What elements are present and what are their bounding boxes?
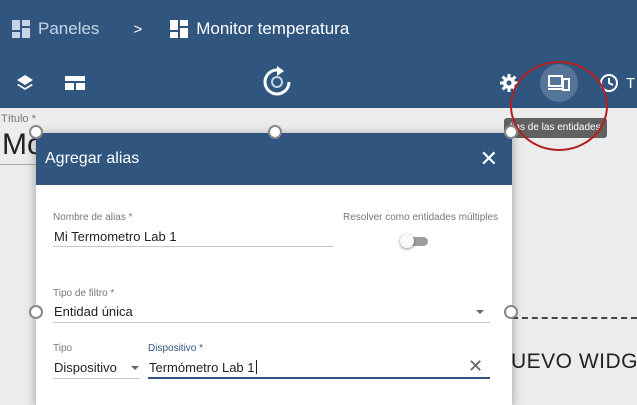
new-widget-label[interactable]: UEVO WIDGE — [511, 350, 637, 374]
multi-entities-label: Resolver como entidades múltiples — [343, 212, 499, 223]
dialog-header: Agregar alias ✕ — [36, 133, 512, 185]
type-select[interactable]: Dispositivo — [54, 360, 117, 375]
clear-icon[interactable]: ✕ — [468, 356, 483, 377]
timewindow-label: T — [626, 74, 636, 92]
dialog-title: Agregar alias — [45, 150, 140, 167]
text-cursor — [255, 360, 257, 374]
breadcrumb: Paneles > Monitor temperatura — [12, 14, 349, 44]
layers-icon — [17, 75, 33, 90]
toggle-knob — [400, 234, 414, 248]
breadcrumb-dashboards-label: Paneles — [38, 19, 100, 38]
device-input-text: Termómetro Lab 1 — [149, 360, 255, 375]
title-field-label: Título * — [1, 113, 36, 125]
close-icon[interactable]: ✕ — [480, 146, 498, 172]
dropdown-arrow-icon[interactable] — [476, 310, 484, 314]
layout-icon — [65, 76, 85, 90]
device-underline — [148, 377, 490, 379]
layout-button[interactable] — [64, 70, 86, 96]
type-underline — [53, 378, 140, 379]
resize-handle-top-center[interactable] — [268, 125, 282, 139]
refresh-icon — [263, 66, 291, 96]
resize-handle-mid-left[interactable] — [29, 305, 43, 319]
alias-name-underline — [53, 246, 333, 247]
breadcrumb-dashboards[interactable]: Paneles — [12, 19, 99, 39]
layers-button[interactable] — [14, 70, 36, 96]
alias-name-label: Nombre de alias * — [53, 212, 133, 223]
filter-type-label: Tipo de filtro * — [53, 288, 115, 299]
device-label: Dispositivo * — [148, 343, 204, 354]
type-label: Tipo — [53, 343, 73, 354]
device-input[interactable]: Termómetro Lab 1 — [149, 360, 257, 375]
resize-handle-mid-right[interactable] — [504, 305, 518, 319]
multi-entities-toggle[interactable] — [400, 234, 428, 248]
dropdown-arrow-icon[interactable] — [131, 366, 139, 370]
filter-type-select[interactable]: Entidad única — [54, 304, 133, 319]
highlight-circle — [510, 61, 608, 151]
title-field-underline — [0, 164, 36, 165]
resize-handle-top-left[interactable] — [29, 125, 43, 139]
dashboard-grid-icon — [12, 20, 30, 38]
add-alias-dialog: Agregar alias ✕ Nombre de alias * Mi Ter… — [36, 133, 512, 405]
breadcrumb-current-label: Monitor temperatura — [196, 19, 350, 38]
alias-name-input[interactable]: Mi Termometro Lab 1 — [54, 229, 177, 244]
breadcrumb-separator: > — [133, 20, 143, 38]
filter-type-underline — [53, 322, 490, 323]
breadcrumb-current: Monitor temperatura — [170, 19, 349, 39]
refresh-button[interactable] — [259, 64, 295, 100]
dashboard-grid-icon — [170, 20, 189, 38]
widget-drop-line — [512, 317, 637, 319]
resize-handle-top-right[interactable] — [504, 125, 518, 139]
